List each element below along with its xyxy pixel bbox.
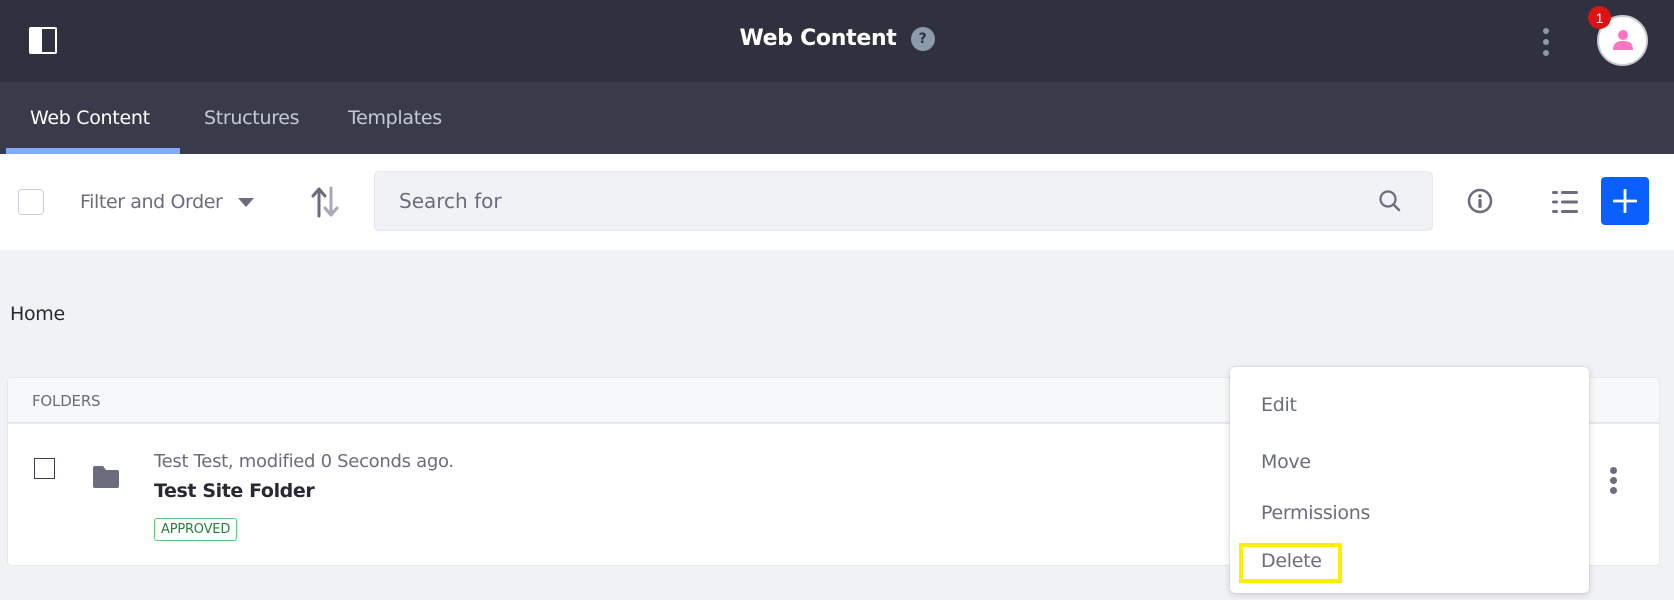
sidebar-toggle-fill: [31, 29, 42, 52]
row-modified-info: Test Test, modified 0 Seconds ago.: [154, 451, 454, 472]
info-button[interactable]: [1467, 188, 1493, 219]
search-box: [374, 171, 1433, 231]
page-title: Web Content: [739, 26, 897, 51]
vertical-ellipsis-icon[interactable]: [1538, 28, 1556, 56]
order-arrows-icon: [311, 186, 339, 218]
menu-item-permissions[interactable]: Permissions: [1230, 493, 1589, 533]
select-all-checkbox[interactable]: [18, 189, 44, 215]
plus-icon: [1613, 189, 1637, 213]
management-toolbar: Filter and Order: [0, 154, 1674, 250]
tab-web-content[interactable]: Web Content: [30, 82, 150, 154]
row-actions-dropdown: Edit Move Permissions Delete: [1230, 367, 1589, 593]
search-icon[interactable]: [1378, 189, 1402, 218]
display-style-button[interactable]: [1552, 190, 1578, 219]
row-checkbox[interactable]: [34, 458, 55, 479]
page-header: Web Content ?: [0, 26, 1674, 51]
menu-item-delete[interactable]: Delete: [1230, 541, 1589, 581]
menu-item-move[interactable]: Move: [1230, 442, 1589, 482]
tab-structures[interactable]: Structures: [204, 82, 300, 154]
info-circle-icon: [1467, 188, 1493, 214]
user-icon: [1613, 30, 1633, 50]
sort-button[interactable]: [308, 185, 342, 219]
list-view-icon: [1552, 191, 1578, 213]
question-mark-icon[interactable]: ?: [910, 26, 935, 51]
sidebar-toggle-icon[interactable]: [29, 27, 57, 54]
row-title-link[interactable]: Test Site Folder: [154, 480, 315, 502]
status-badge: APPROVED: [154, 518, 238, 541]
tab-templates[interactable]: Templates: [348, 82, 442, 154]
add-button[interactable]: [1601, 177, 1649, 225]
folders-section-label: FOLDERS: [32, 392, 101, 410]
filter-label: Filter and Order: [80, 191, 223, 213]
navigation-tabs: Web Content Structures Templates: [0, 82, 1674, 154]
menu-item-edit[interactable]: Edit: [1230, 385, 1589, 425]
filter-and-order-dropdown[interactable]: Filter and Order: [80, 184, 255, 220]
search-input[interactable]: [375, 172, 1432, 230]
caret-down-icon: [238, 197, 255, 207]
app-header: Web Content ? 1: [0, 0, 1674, 82]
notification-badge: 1: [1588, 6, 1611, 29]
folder-icon: [93, 466, 119, 493]
row-actions-kebab-icon[interactable]: [1606, 467, 1622, 497]
breadcrumb-home[interactable]: Home: [10, 303, 65, 325]
